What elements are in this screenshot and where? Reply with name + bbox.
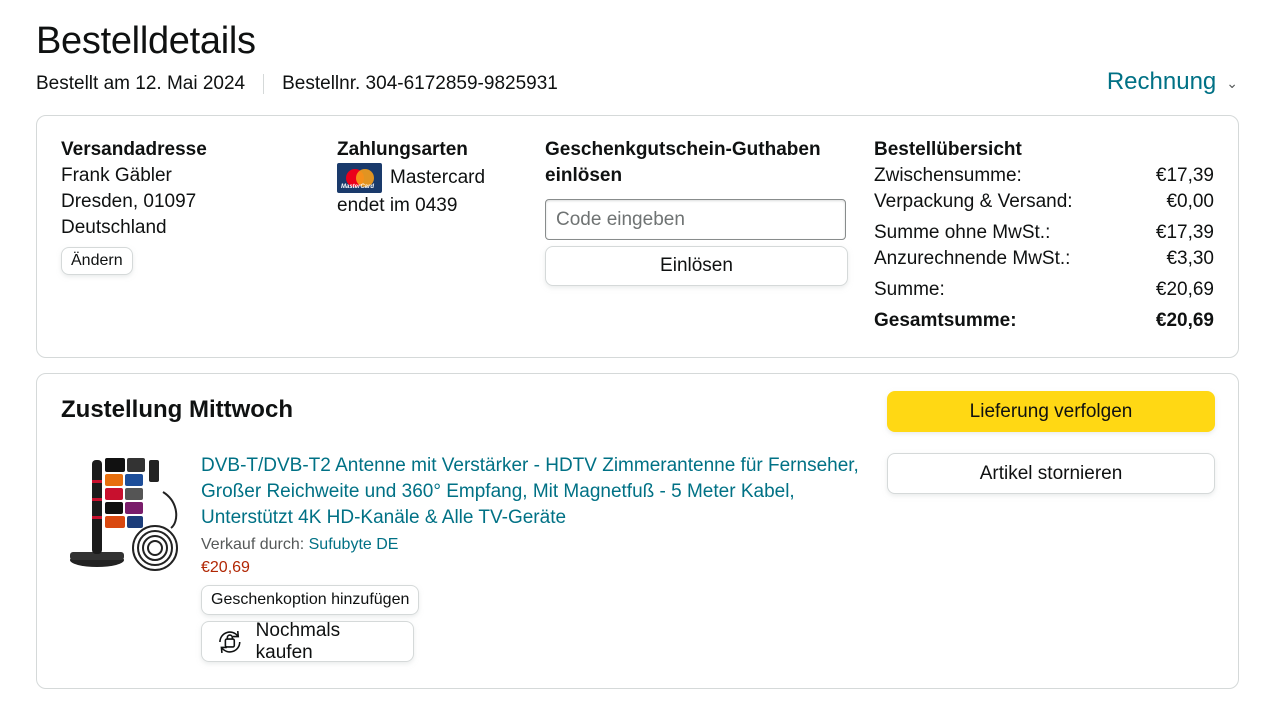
- product-info: DVB-T/DVB-T2 Antenne mit Verstärker - HD…: [201, 453, 861, 664]
- payment-heading: Zahlungsarten: [337, 139, 468, 160]
- page-title: Bestelldetails: [36, 20, 256, 62]
- order-meta: Bestellt am 12. Mai 2024 Bestellnr. 304-…: [36, 73, 558, 95]
- mastercard-logo-text: MasterCard: [341, 184, 375, 190]
- shipping-address-section: Versandadresse Frank Gäbler Dresden, 010…: [61, 137, 321, 275]
- seller-prefix: Verkauf durch:: [201, 536, 305, 553]
- summary-value: €0,00: [1166, 191, 1214, 212]
- summary-label: Summe ohne MwSt.:: [874, 222, 1051, 243]
- product-price: €20,69: [201, 559, 250, 576]
- product-image[interactable]: [67, 452, 185, 574]
- payment-method: MasterCard Mastercard: [337, 163, 537, 193]
- gift-code-input[interactable]: [545, 199, 846, 240]
- seller-link[interactable]: Sufubyte DE: [309, 536, 399, 553]
- gift-card-section: Geschenkgutschein-Guthaben einlösen Einl…: [545, 137, 850, 286]
- buy-again-button[interactable]: Nochmals kaufen: [201, 620, 414, 664]
- summary-label: Zwischensumme:: [874, 165, 1022, 186]
- seller-line: Verkauf durch: Sufubyte DE: [201, 536, 861, 554]
- summary-heading: Bestellübersicht: [874, 139, 1022, 160]
- delivery-title: Zustellung Mittwoch: [61, 396, 293, 423]
- cancel-item-button[interactable]: Artikel stornieren: [887, 453, 1215, 494]
- buy-again-label[interactable]: Nochmals kaufen: [256, 620, 401, 664]
- shipping-country: Deutschland: [61, 217, 167, 238]
- summary-value: €17,39: [1155, 222, 1214, 243]
- track-delivery-button[interactable]: Lieferung verfolgen: [887, 391, 1215, 432]
- summary-value: €17,39: [1155, 165, 1214, 186]
- shipping-heading: Versandadresse: [61, 139, 207, 160]
- summary-row-total: Gesamtsumme: €20,69: [874, 308, 1214, 334]
- summary-row-subtotal: Zwischensumme: €17,39: [874, 163, 1214, 189]
- product-title-link[interactable]: DVB-T/DVB-T2 Antenne mit Verstärker - HD…: [201, 453, 861, 531]
- delivery-card: Zustellung Mittwoch DVB-T/DVB-T2 Antenne…: [36, 373, 1239, 689]
- summary-row-shipping: Verpackung & Versand: €0,00: [874, 189, 1214, 215]
- order-info-card: Versandadresse Frank Gäbler Dresden, 010…: [36, 115, 1239, 358]
- invoice-label[interactable]: Rechnung: [1107, 68, 1216, 96]
- card-ending: endet im 0439: [337, 195, 458, 216]
- summary-label: Gesamtsumme:: [874, 310, 1017, 331]
- meta-divider: [263, 74, 265, 94]
- mastercard-icon: MasterCard: [337, 163, 382, 193]
- order-number: Bestellnr. 304-6172859-9825931: [282, 73, 558, 94]
- redeem-button[interactable]: Einlösen: [545, 246, 848, 286]
- chevron-down-icon[interactable]: ⌄: [1226, 75, 1238, 92]
- order-date: Bestellt am 12. Mai 2024: [36, 73, 246, 94]
- invoice-dropdown[interactable]: Rechnung ⌄: [1107, 68, 1238, 96]
- summary-value: €20,69: [1155, 279, 1214, 300]
- order-summary-section: Bestellübersicht Zwischensumme: €17,39 V…: [874, 137, 1214, 334]
- payment-section: Zahlungsarten MasterCard Mastercard ende…: [337, 137, 537, 219]
- summary-row-sum: Summe: €20,69: [874, 277, 1214, 303]
- shipping-city: Dresden, 01097: [61, 191, 197, 212]
- summary-label: Summe:: [874, 279, 945, 300]
- shipping-name: Frank Gäbler: [61, 165, 172, 186]
- summary-value: €3,30: [1166, 248, 1214, 269]
- buy-again-icon: [219, 630, 241, 653]
- summary-label: Anzurechnende MwSt.:: [874, 248, 1071, 269]
- summary-value: €20,69: [1155, 310, 1214, 331]
- card-name: Mastercard: [390, 167, 486, 188]
- add-gift-option-button[interactable]: Geschenkoption hinzufügen: [201, 585, 420, 615]
- gift-card-heading: Geschenkgutschein-Guthaben einlösen: [545, 139, 821, 186]
- change-address-button[interactable]: Ändern: [61, 247, 133, 275]
- summary-label: Verpackung & Versand:: [874, 191, 1073, 212]
- summary-row-net: Summe ohne MwSt.: €17,39: [874, 220, 1214, 246]
- summary-row-vat: Anzurechnende MwSt.: €3,30: [874, 246, 1214, 272]
